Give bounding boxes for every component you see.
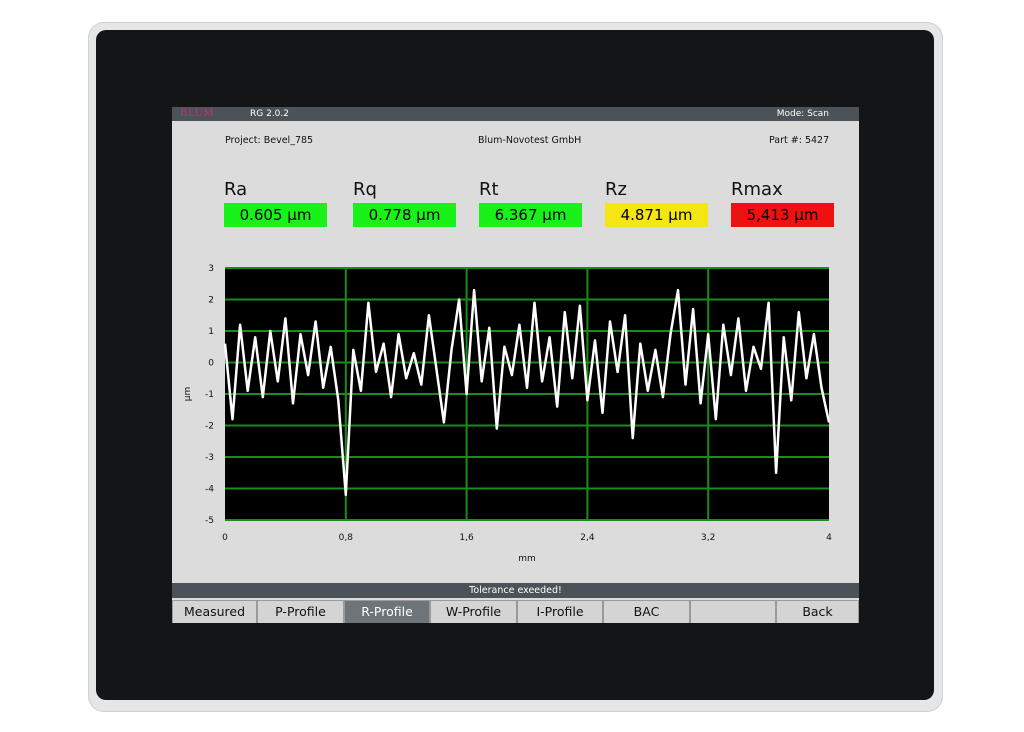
metric-value: 0.778 µm — [353, 203, 456, 227]
roughness-profile-chart: 3 2 1 0 -1 -2 -3 -4 -5 0 0,8 1,6 2,4 3,2 4 mm µm — [183, 264, 832, 562]
metric-name: Rz — [605, 179, 627, 200]
x-tick-label: 4 — [826, 533, 832, 543]
status-bar: Tolerance exeeded! — [172, 583, 859, 598]
i-profile-button[interactable]: I-Profile — [517, 600, 603, 623]
y-tick-label: -5 — [205, 516, 214, 526]
version-label: RG 2.0.2 — [250, 109, 289, 119]
metric-ra: Ra 0.605 µm — [224, 179, 328, 227]
y-tick-label: -3 — [205, 453, 214, 463]
screen: BLUM RG 2.0.2 Mode: Scan Project: Bevel_… — [172, 107, 859, 623]
bac-button[interactable]: BAC — [603, 600, 690, 623]
metric-value: 5,413 µm — [731, 203, 834, 227]
metric-name: Rq — [353, 179, 377, 200]
x-tick-label: 0,8 — [339, 533, 354, 543]
back-button[interactable]: Back — [776, 600, 859, 623]
metric-value: 0.605 µm — [224, 203, 327, 227]
measured-button[interactable]: Measured — [172, 600, 257, 623]
metric-rq: Rq 0.778 µm — [353, 179, 457, 227]
metric-rmax: Rmax 5,413 µm — [731, 179, 835, 227]
w-profile-button[interactable]: W-Profile — [430, 600, 517, 623]
y-tick-label: -4 — [205, 485, 214, 495]
x-axis-label: mm — [518, 554, 536, 562]
x-tick-label: 3,2 — [701, 533, 715, 543]
x-tick-label: 0 — [222, 533, 228, 543]
metric-rt: Rt 6.367 µm — [479, 179, 583, 227]
y-tick-label: 2 — [208, 296, 214, 306]
x-tick-label: 2,4 — [580, 533, 595, 543]
metric-name: Rmax — [731, 179, 783, 200]
y-tick-label: 1 — [208, 327, 214, 337]
brand-logo: BLUM — [180, 108, 215, 119]
y-tick-label: -1 — [205, 390, 214, 400]
p-profile-button[interactable]: P-Profile — [257, 600, 344, 623]
y-tick-label: 0 — [208, 359, 214, 369]
top-bar: BLUM RG 2.0.2 Mode: Scan — [172, 107, 859, 121]
company-label: Blum-Novotest GmbH — [478, 135, 582, 146]
metric-name: Ra — [224, 179, 248, 200]
metric-name: Rt — [479, 179, 499, 200]
metric-value: 4.871 µm — [605, 203, 708, 227]
empty-button[interactable] — [690, 600, 776, 623]
function-button-bar: Measured P-Profile R-Profile W-Profile I… — [172, 600, 859, 623]
x-tick-label: 1,6 — [459, 533, 474, 543]
y-axis-label: µm — [183, 387, 193, 402]
r-profile-button[interactable]: R-Profile — [344, 600, 430, 623]
metric-value: 6.367 µm — [479, 203, 582, 227]
mode-label: Mode: Scan — [776, 109, 829, 119]
y-tick-label: -2 — [205, 422, 214, 432]
metric-rz: Rz 4.871 µm — [605, 179, 709, 227]
y-tick-label: 3 — [208, 264, 214, 274]
part-number-label: Part #: 5427 — [769, 135, 830, 146]
project-label: Project: Bevel_785 — [225, 135, 314, 146]
